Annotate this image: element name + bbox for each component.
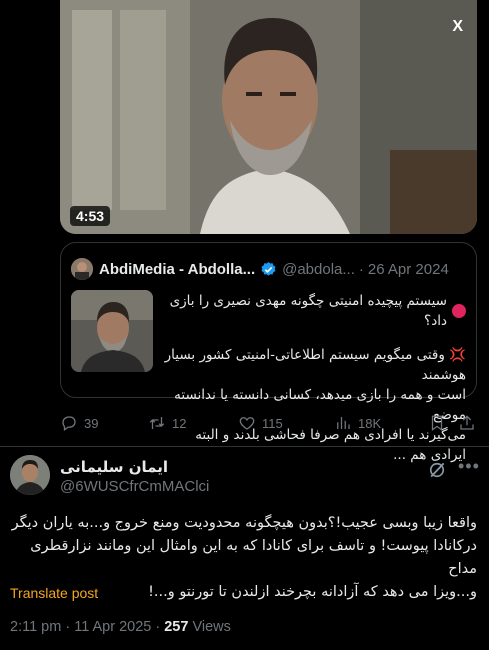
retweet-icon (149, 417, 165, 429)
quoted-tweet-card[interactable]: AbdiMedia - Abdolla... @abdola... · 26 A… (60, 242, 477, 463)
grok-icon[interactable] (427, 460, 447, 480)
video-player[interactable]: X 4:53 (60, 0, 477, 234)
analytics-icon (337, 417, 350, 429)
quoted-text-line1: سیستم پیچیده امنیتی چگونه مهدی نصیری را … (169, 293, 447, 329)
like-count: 115 (262, 415, 283, 431)
translate-post-link[interactable]: Translate post (10, 585, 98, 601)
views-count: 18K (358, 415, 382, 431)
retweet-button[interactable]: 12 (148, 414, 186, 432)
tweet-views-label: Views (188, 619, 231, 635)
tweet-views-count: 257 (164, 619, 189, 635)
verified-badge-icon (260, 261, 277, 278)
tweet-meta: 2:11 pm · 11 Apr 2025 · 257 Views (10, 619, 231, 635)
anger-symbol-icon: 💢 (449, 347, 466, 363)
reply-author-handle[interactable]: @6WUSCfrCmMAClci (60, 478, 209, 495)
tweet-action-bar: 39 12 115 18K (60, 410, 477, 436)
reply-text-line1: واقعا زیبا وبسی عجیب!؟بدون هیچگونه محدود… (11, 515, 477, 531)
views-button[interactable]: 18K (334, 414, 381, 432)
more-options-icon[interactable]: ••• (458, 456, 480, 477)
tweet-timestamp[interactable]: 2:11 pm · 11 Apr 2025 · (10, 619, 164, 635)
heart-icon (239, 417, 255, 430)
quoted-author-handle: @abdola... (282, 260, 355, 278)
quoted-body-line1: وقتی میگویم سیستم اطلاعاتی-امنیتی کشور ب… (164, 347, 466, 383)
reply-author-name[interactable]: ایمان سلیمانی (60, 458, 168, 476)
video-frame (60, 0, 477, 234)
quoted-author-name[interactable]: AbdiMedia - Abdolla... (99, 261, 255, 278)
video-duration: 4:53 (70, 206, 111, 226)
share-icon (460, 415, 474, 430)
reply-text-line2: درکانادا پیوست! و تاسف برای کانادا که به… (30, 538, 477, 577)
x-logo-icon: X (452, 18, 463, 35)
quoted-tweet-header: AbdiMedia - Abdolla... @abdola... · 26 A… (71, 258, 466, 280)
bookmark-icon (431, 415, 443, 432)
reply-button[interactable]: 39 (60, 414, 98, 432)
reply-count: 39 (84, 415, 99, 431)
retweet-count: 12 (172, 415, 187, 431)
quoted-author-avatar[interactable] (71, 258, 93, 280)
reply-author-avatar[interactable] (10, 455, 50, 495)
quoted-tweet-date: 26 Apr 2024 (367, 260, 449, 278)
red-circle-icon (452, 304, 466, 318)
reply-icon (62, 416, 76, 431)
separator-dot: · (358, 260, 364, 278)
quoted-tweet-text: سیستم پیچیده امنیتی چگونه مهدی نصیری را … (161, 291, 466, 465)
quoted-media-thumbnail[interactable] (71, 290, 153, 372)
share-button[interactable] (458, 414, 476, 432)
like-button[interactable]: 115 (238, 414, 283, 432)
divider (0, 446, 489, 447)
bookmark-button[interactable] (428, 414, 446, 432)
